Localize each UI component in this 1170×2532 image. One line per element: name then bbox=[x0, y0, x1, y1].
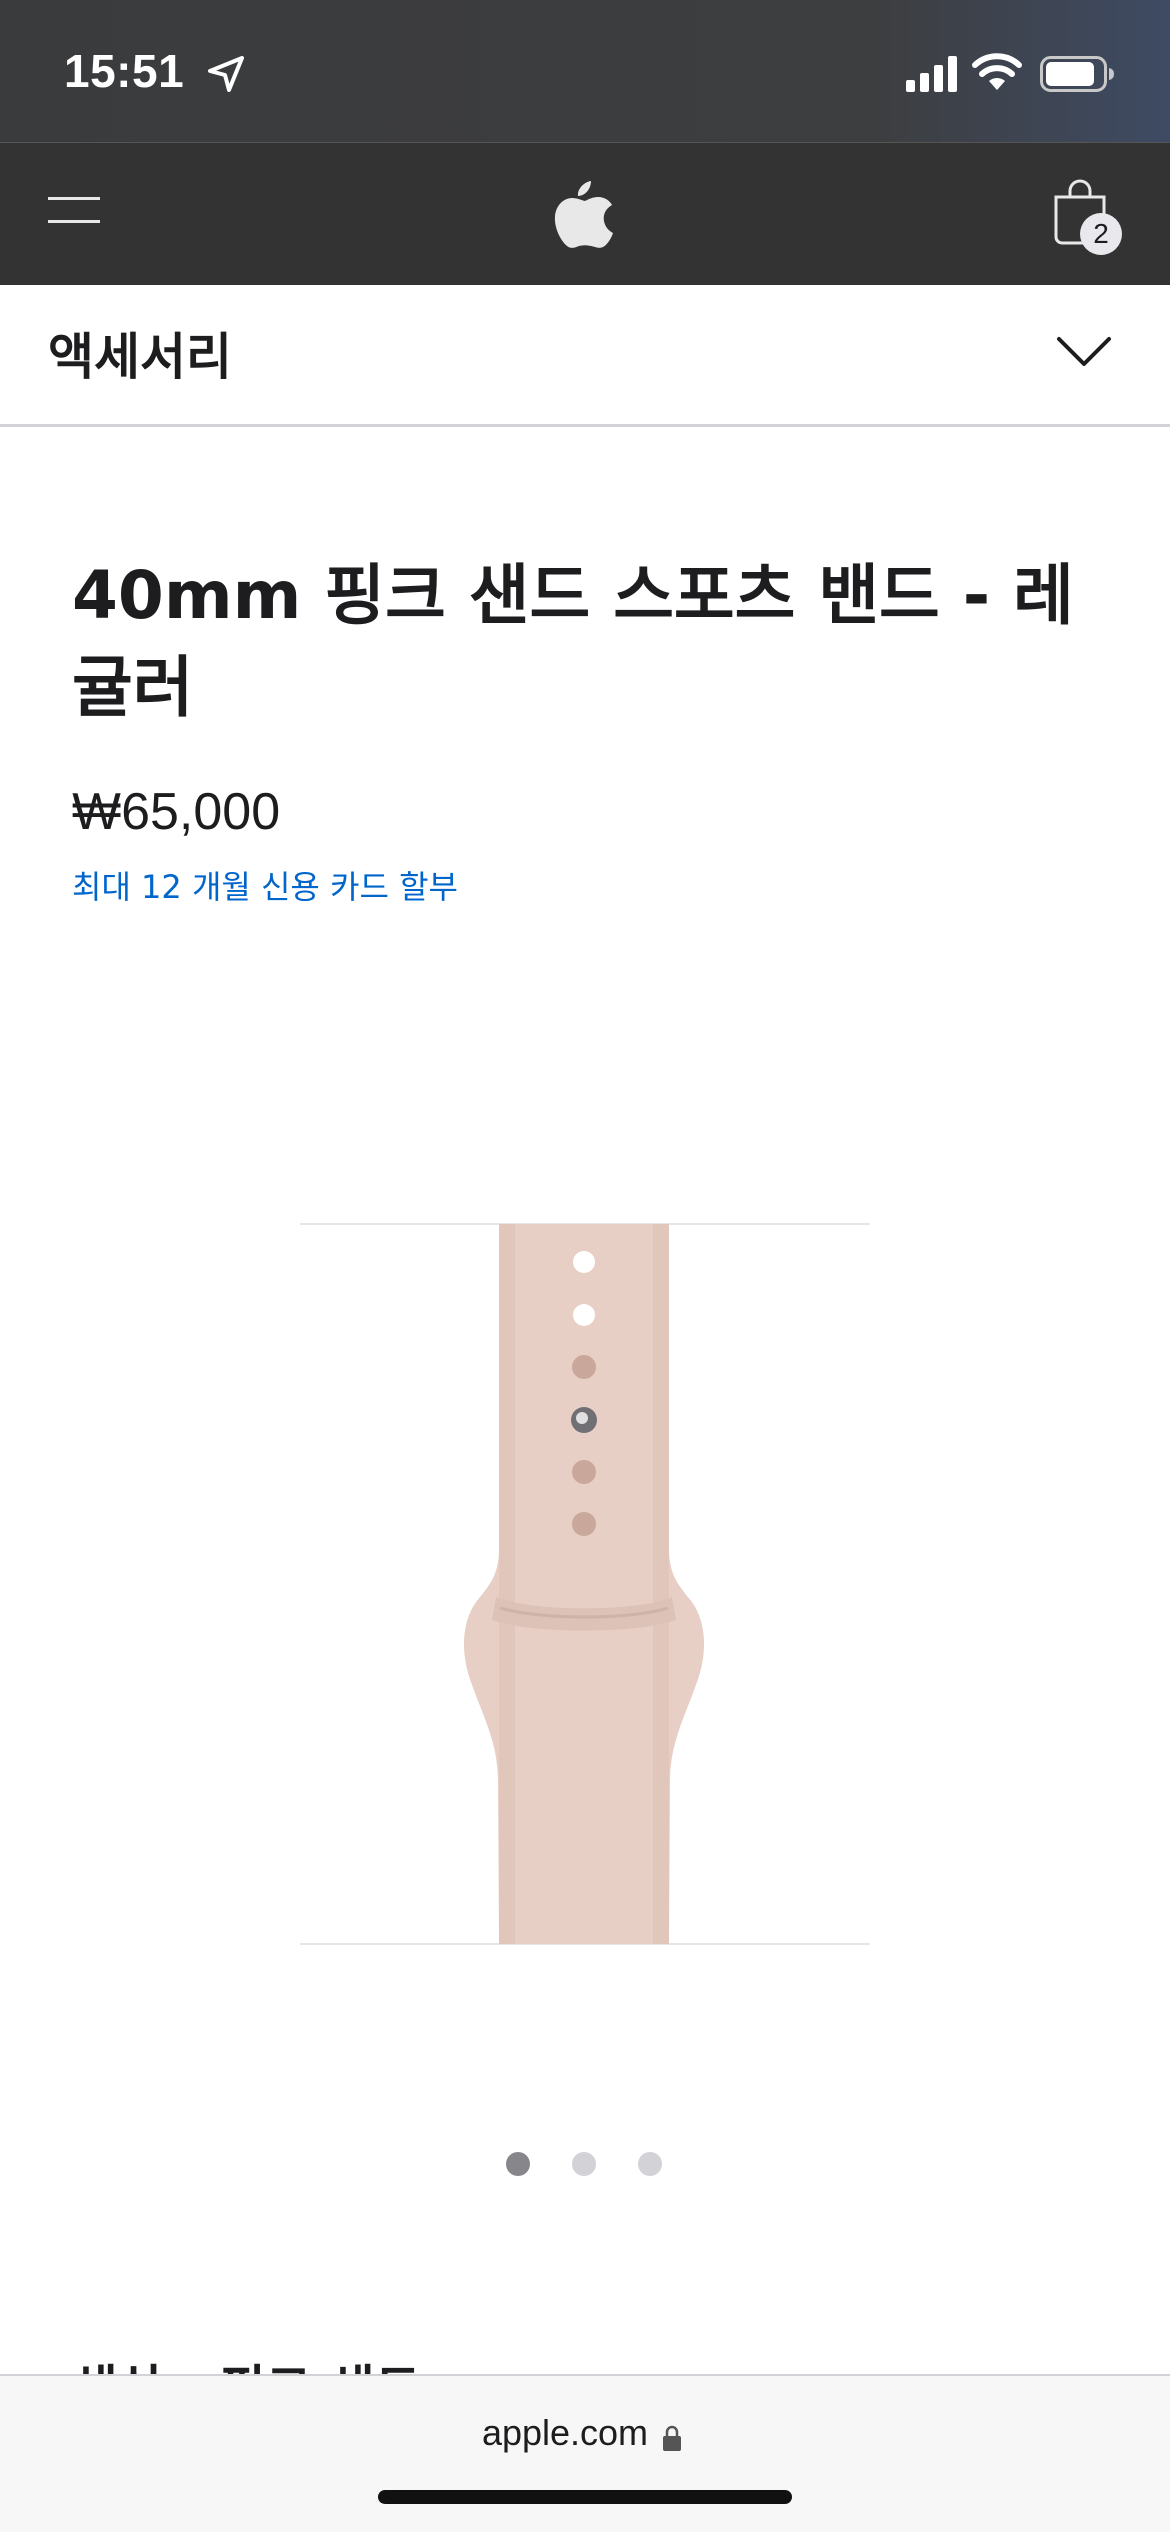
battery-icon bbox=[1040, 56, 1114, 92]
home-indicator[interactable] bbox=[378, 2490, 792, 2504]
global-nav-bar: 2 bbox=[0, 142, 1170, 285]
carousel-dot[interactable] bbox=[506, 2152, 530, 2176]
location-arrow-icon bbox=[208, 56, 244, 92]
browser-url-bar[interactable]: apple.com bbox=[0, 2374, 1170, 2532]
status-bar: 15:51 bbox=[0, 0, 1170, 142]
chevron-down-icon[interactable] bbox=[1056, 335, 1112, 369]
menu-icon[interactable] bbox=[48, 195, 100, 225]
color-section-heading: 색상 - 핑크 샌드 bbox=[72, 2344, 421, 2376]
installment-link[interactable]: 최대 12 개월 신용 카드 할부 bbox=[72, 862, 458, 908]
cellular-signal-icon bbox=[906, 56, 957, 92]
apple-logo-icon[interactable] bbox=[553, 179, 617, 249]
url-text[interactable]: apple.com bbox=[0, 2412, 1130, 2454]
carousel-dot[interactable] bbox=[572, 2152, 596, 2176]
category-sub-nav[interactable]: 액세서리 bbox=[0, 285, 1170, 427]
category-title: 액세서리 bbox=[48, 328, 232, 386]
status-time: 15:51 bbox=[64, 45, 185, 97]
product-title: 40mm 핑크 샌드 스포츠 밴드 - 레귤러 bbox=[72, 557, 1074, 726]
watch-band-image bbox=[300, 1223, 870, 1945]
product-price: ₩65,000 bbox=[72, 783, 281, 841]
carousel-dot[interactable] bbox=[638, 2152, 662, 2176]
lock-icon bbox=[663, 2425, 681, 2451]
bag-count-badge[interactable]: 2 bbox=[1080, 213, 1122, 255]
wifi-icon bbox=[972, 53, 1022, 90]
